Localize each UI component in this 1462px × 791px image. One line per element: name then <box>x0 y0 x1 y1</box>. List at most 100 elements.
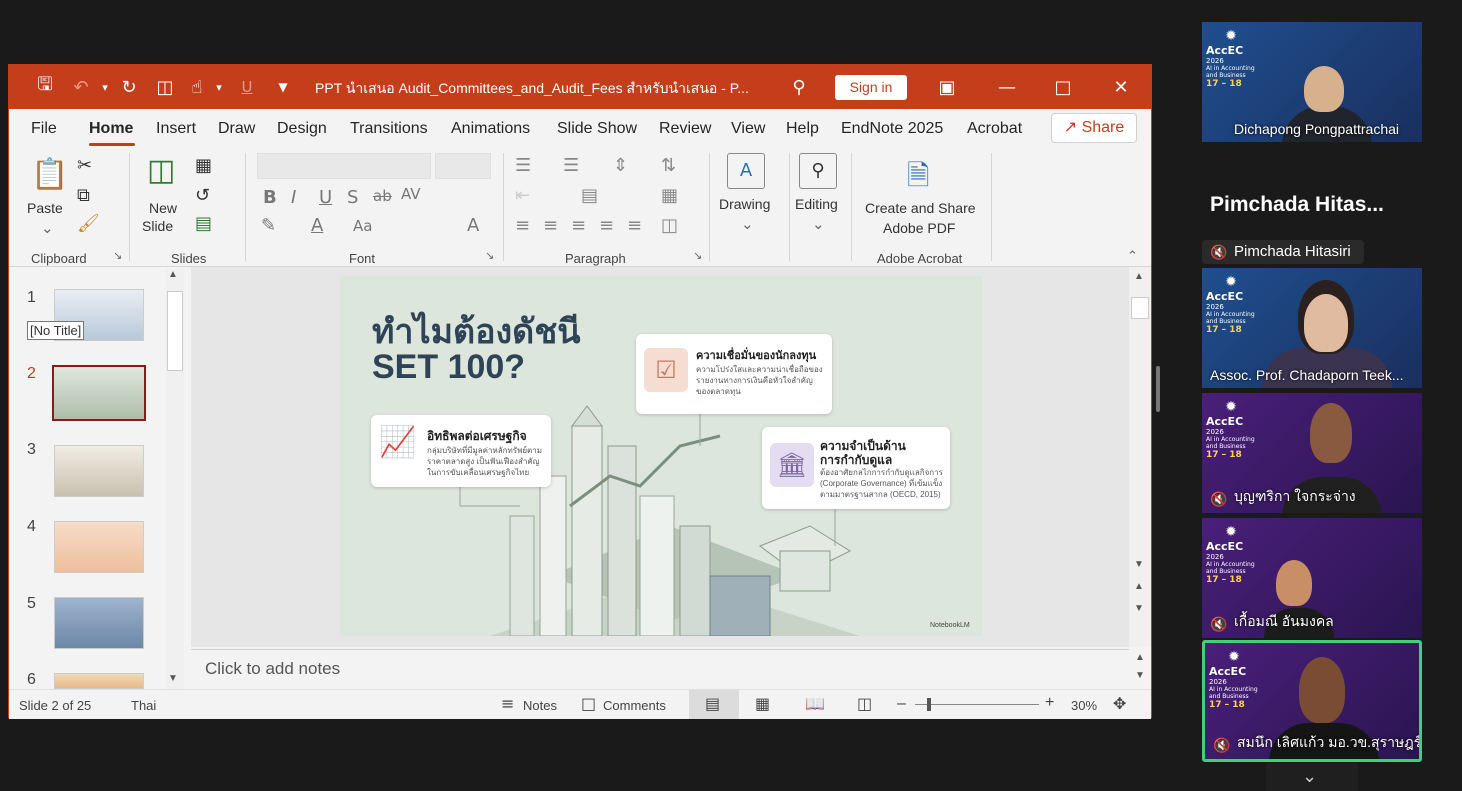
new-slide-label-2[interactable]: Slide <box>142 217 173 235</box>
slide-canvas[interactable]: ทำไมต้องดัชนี SET 100? ☑ ความเชื่อมั่นขอ… <box>340 276 982 636</box>
slide-scrollbar[interactable]: ▲ ▼ ▲ ▼ <box>1129 267 1151 647</box>
format-painter-icon[interactable]: 🖌 <box>77 213 100 234</box>
language-indicator[interactable]: Thai <box>131 698 156 713</box>
participant-tile[interactable]: ✹ AccEC 2026 AI in Accounting and Busine… <box>1202 393 1422 513</box>
strikethrough-icon[interactable]: ab <box>373 187 392 205</box>
search-icon[interactable]: ⚲ <box>787 75 811 99</box>
line-spacing-icon[interactable]: ⇕ <box>613 155 628 176</box>
maximize-icon[interactable]: □ <box>1051 75 1075 99</box>
participant-tile[interactable]: ✹ AccEC 2026 AI in Accounting and Busine… <box>1202 268 1422 388</box>
underline-format-icon[interactable]: U <box>319 187 332 208</box>
paste-dropdown-icon[interactable]: ⌄ <box>41 219 54 237</box>
minimize-icon[interactable]: — <box>995 75 1019 99</box>
tab-draw[interactable]: Draw <box>218 120 255 138</box>
notes-pane[interactable]: Click to add notes ▲ ▼ <box>191 649 1145 687</box>
paste-label[interactable]: Paste <box>27 199 63 217</box>
participant-tile[interactable]: ✹ AccEC 2026 AI in Accounting and Busine… <box>1202 518 1422 638</box>
slide-sorter-icon[interactable]: ▦ <box>755 694 770 713</box>
tab-acrobat[interactable]: Acrobat <box>967 120 1022 138</box>
tab-animations[interactable]: Animations <box>451 120 530 138</box>
participant-tile[interactable]: ✹ AccEC 2026 AI in Accounting and Busine… <box>1202 22 1422 142</box>
create-share-label-1[interactable]: Create and Share <box>865 199 976 217</box>
slideshow-icon[interactable]: ◫ <box>857 694 872 713</box>
zoom-slider-thumb[interactable] <box>927 698 931 711</box>
drawing-dropdown-icon[interactable]: ⌄ <box>741 215 754 233</box>
char-spacing-icon[interactable]: AV <box>401 185 421 203</box>
touch-mode-icon[interactable]: ☝ <box>185 75 209 99</box>
scroll-up-icon[interactable]: ▲ <box>1134 271 1144 282</box>
find-icon[interactable]: ⚲ <box>799 153 837 189</box>
sign-in-button[interactable]: Sign in <box>835 75 907 100</box>
font-name-combo[interactable] <box>257 153 431 179</box>
text-direction-icon[interactable]: ⇅ <box>661 155 676 176</box>
paste-icon[interactable]: 📋 <box>31 157 68 192</box>
comments-button[interactable]: Comments <box>603 698 666 713</box>
notes-scroll-up-icon[interactable]: ▲ <box>1135 652 1145 663</box>
redo-icon[interactable]: ↻ <box>117 75 141 99</box>
create-share-label-2[interactable]: Adobe PDF <box>883 219 955 237</box>
tab-transitions[interactable]: Transitions <box>350 120 428 138</box>
clipboard-launcher-icon[interactable]: ↘ <box>113 249 122 262</box>
underline-icon[interactable]: U <box>235 75 259 99</box>
share-button[interactable]: ↗ Share <box>1051 113 1137 143</box>
slide-thumbnail-2[interactable] <box>52 365 146 421</box>
align-center-icon[interactable]: ≡ <box>543 215 558 236</box>
justify-icon[interactable]: ≡ <box>599 215 614 236</box>
present-icon[interactable]: ◫ <box>153 75 177 99</box>
scroll-down-icon[interactable]: ▼ <box>168 673 178 684</box>
slide-thumbnail-4[interactable] <box>54 521 144 573</box>
previous-slide-icon[interactable]: ▲ <box>1134 581 1144 592</box>
highlight-icon[interactable]: ✎ <box>261 215 276 236</box>
font-launcher-icon[interactable]: ↘ <box>485 249 494 262</box>
zoom-slider[interactable] <box>915 704 1039 705</box>
tab-endnote[interactable]: EndNote 2025 <box>841 120 943 138</box>
cut-icon[interactable]: ✂ <box>77 155 92 176</box>
tab-insert[interactable]: Insert <box>156 120 196 138</box>
bullets-icon[interactable]: ☰ <box>515 155 531 176</box>
normal-view-button[interactable]: ▤ <box>689 690 739 719</box>
section-icon[interactable]: ▤ <box>195 213 212 234</box>
change-case-icon[interactable]: Aa <box>353 217 372 235</box>
tab-slide-show[interactable]: Slide Show <box>557 120 637 138</box>
tab-design[interactable]: Design <box>277 120 327 138</box>
align-right-icon[interactable]: ≡ <box>571 215 586 236</box>
next-slide-icon[interactable]: ▼ <box>1134 603 1144 614</box>
decrease-indent-icon[interactable]: ⇤ <box>515 185 530 206</box>
tab-home[interactable]: Home <box>89 120 133 138</box>
new-slide-label-1[interactable]: New <box>149 199 177 217</box>
distributed-icon[interactable]: ≡ <box>627 215 642 236</box>
zoom-in-icon[interactable]: + <box>1045 694 1054 712</box>
collapse-ribbon-icon[interactable]: ⌃ <box>1127 249 1138 264</box>
comments-icon[interactable]: □ <box>581 694 596 713</box>
tab-view[interactable]: View <box>731 120 765 138</box>
fit-slide-icon[interactable]: ✥ <box>1113 694 1126 713</box>
tab-file[interactable]: File <box>31 120 57 138</box>
scroll-thumb[interactable] <box>167 291 183 371</box>
paragraph-launcher-icon[interactable]: ↘ <box>693 249 702 262</box>
pdf-share-icon[interactable]: 🗎 <box>907 155 930 203</box>
font-size-combo[interactable] <box>435 153 491 179</box>
touch-dropdown-icon[interactable]: ▾ <box>207 75 231 99</box>
italic-icon[interactable]: I <box>291 187 296 208</box>
columns-icon[interactable]: ▤ <box>581 185 598 206</box>
undo-icon[interactable]: ↶ <box>69 75 93 99</box>
tab-review[interactable]: Review <box>659 120 711 138</box>
close-icon[interactable]: ✕ <box>1109 75 1133 99</box>
scroll-thumb[interactable] <box>1131 297 1149 319</box>
scroll-down-icon[interactable]: ▼ <box>1134 559 1144 570</box>
zoom-level[interactable]: 30% <box>1071 698 1097 713</box>
drawing-label[interactable]: Drawing <box>719 195 770 213</box>
numbering-icon[interactable]: ☰ <box>563 155 579 176</box>
clear-formatting-icon[interactable]: A <box>467 215 479 236</box>
notes-scroll-down-icon[interactable]: ▼ <box>1135 670 1145 681</box>
tab-help[interactable]: Help <box>786 120 819 138</box>
slide-thumbnail-3[interactable] <box>54 445 144 497</box>
drawing-icon[interactable]: A <box>727 153 765 189</box>
notes-placeholder[interactable]: Click to add notes <box>205 659 340 679</box>
slide-thumbnail-5[interactable] <box>54 597 144 649</box>
align-left-icon[interactable]: ≡ <box>515 215 530 236</box>
reading-view-icon[interactable]: 📖 <box>805 694 825 713</box>
pane-resize-handle[interactable] <box>1156 366 1160 412</box>
font-color-icon[interactable]: A <box>311 215 323 236</box>
copy-icon[interactable]: ⧉ <box>77 185 90 206</box>
